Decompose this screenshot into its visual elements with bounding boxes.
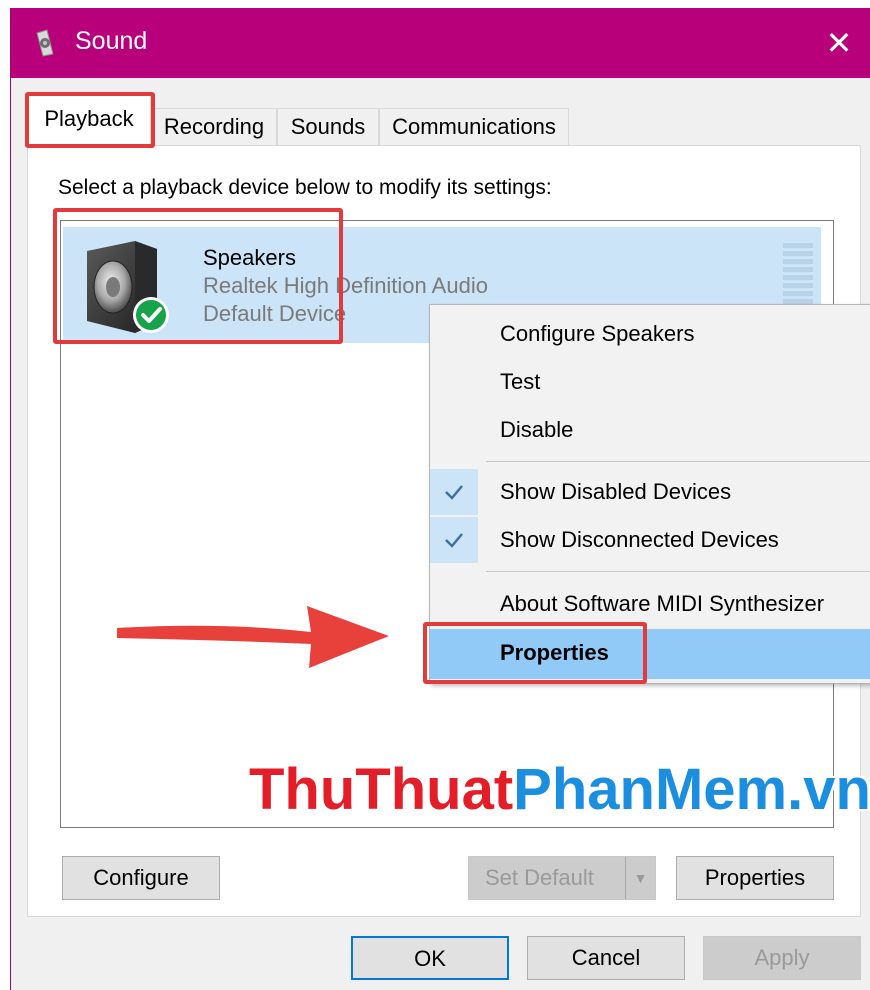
device-annotation-box xyxy=(53,208,343,344)
tab-communications[interactable]: Communications xyxy=(379,108,569,146)
menu-item-test[interactable]: Test xyxy=(430,359,870,405)
window-title: Sound xyxy=(75,27,148,55)
close-button[interactable]: ✕ xyxy=(807,8,870,78)
watermark-part2: PhanMem xyxy=(513,757,788,822)
properties-button[interactable]: Properties xyxy=(676,856,834,900)
apply-button[interactable]: Apply xyxy=(703,936,861,980)
menu-separator xyxy=(486,571,870,572)
title-bar: Sound ✕ xyxy=(11,8,870,78)
speaker-settings-icon xyxy=(29,28,59,58)
set-default-label: Set Default xyxy=(485,865,594,890)
ok-button[interactable]: OK xyxy=(351,936,509,980)
set-default-button[interactable]: Set Default ▼ xyxy=(468,856,656,900)
menu-item-disable[interactable]: Disable xyxy=(430,407,870,453)
properties-annotation-box xyxy=(423,622,647,684)
playback-tab-annotation-box xyxy=(25,92,155,148)
menu-item-show-disconnected-devices[interactable]: Show Disconnected Devices xyxy=(430,517,870,563)
tab-sounds[interactable]: Sounds xyxy=(277,108,379,146)
annotation-arrow xyxy=(111,594,401,674)
watermark: ThuThuatPhanMem.vn xyxy=(249,756,870,823)
watermark-part3: .vn xyxy=(787,757,870,822)
configure-button[interactable]: Configure xyxy=(62,856,220,900)
menu-separator xyxy=(486,461,870,462)
watermark-part1: ThuThuat xyxy=(249,757,514,822)
sound-dialog: Sound ✕ Playback Recording Sounds Commun… xyxy=(10,8,870,990)
menu-item-configure-speakers[interactable]: Configure Speakers xyxy=(430,311,870,357)
cancel-button[interactable]: Cancel xyxy=(527,936,685,980)
tab-recording[interactable]: Recording xyxy=(151,108,277,146)
chevron-down-icon[interactable]: ▼ xyxy=(625,857,655,899)
menu-item-show-disabled-devices[interactable]: Show Disabled Devices xyxy=(430,469,870,515)
menu-item-about-midi-synthesizer[interactable]: About Software MIDI Synthesizer xyxy=(430,581,870,627)
instruction-text: Select a playback device below to modify… xyxy=(58,176,552,199)
